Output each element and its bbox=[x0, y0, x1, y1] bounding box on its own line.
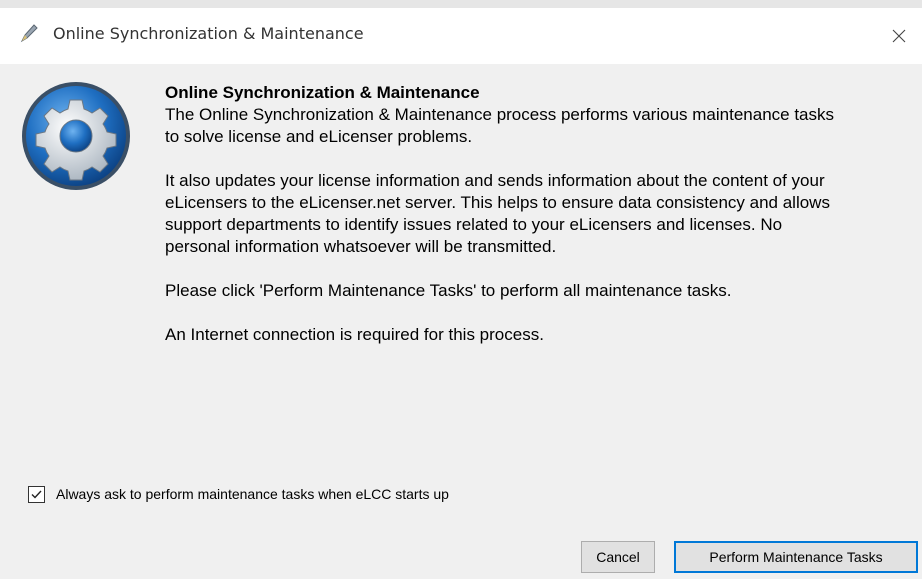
title-bar[interactable]: Online Synchronization & Maintenance bbox=[0, 8, 922, 64]
close-button[interactable] bbox=[876, 8, 922, 64]
message-paragraph-4: An Internet connection is required for t… bbox=[165, 325, 544, 344]
message-paragraph-3: Please click 'Perform Maintenance Tasks'… bbox=[165, 281, 732, 300]
message-heading: Online Synchronization & Maintenance bbox=[165, 83, 480, 102]
dialog-window: Online Synchronization & Maintenance Onl… bbox=[0, 0, 922, 579]
message-content: Online Synchronization & Maintenance The… bbox=[165, 82, 835, 368]
always-ask-checkbox[interactable] bbox=[28, 485, 45, 503]
checkmark-icon bbox=[31, 490, 42, 499]
cancel-button[interactable]: Cancel bbox=[581, 541, 655, 573]
window-title: Online Synchronization & Maintenance bbox=[53, 24, 364, 43]
always-ask-option[interactable]: Always ask to perform maintenance tasks … bbox=[28, 484, 449, 504]
dialog-body: Online Synchronization & Maintenance The… bbox=[0, 64, 922, 579]
message-paragraph-2: It also updates your license information… bbox=[165, 171, 830, 256]
always-ask-label[interactable]: Always ask to perform maintenance tasks … bbox=[56, 486, 449, 502]
perform-maintenance-button[interactable]: Perform Maintenance Tasks bbox=[674, 541, 918, 573]
message-paragraph-1: The Online Synchronization & Maintenance… bbox=[165, 105, 835, 146]
gear-icon bbox=[22, 82, 130, 190]
close-icon bbox=[892, 29, 906, 43]
pen-icon bbox=[20, 24, 38, 43]
